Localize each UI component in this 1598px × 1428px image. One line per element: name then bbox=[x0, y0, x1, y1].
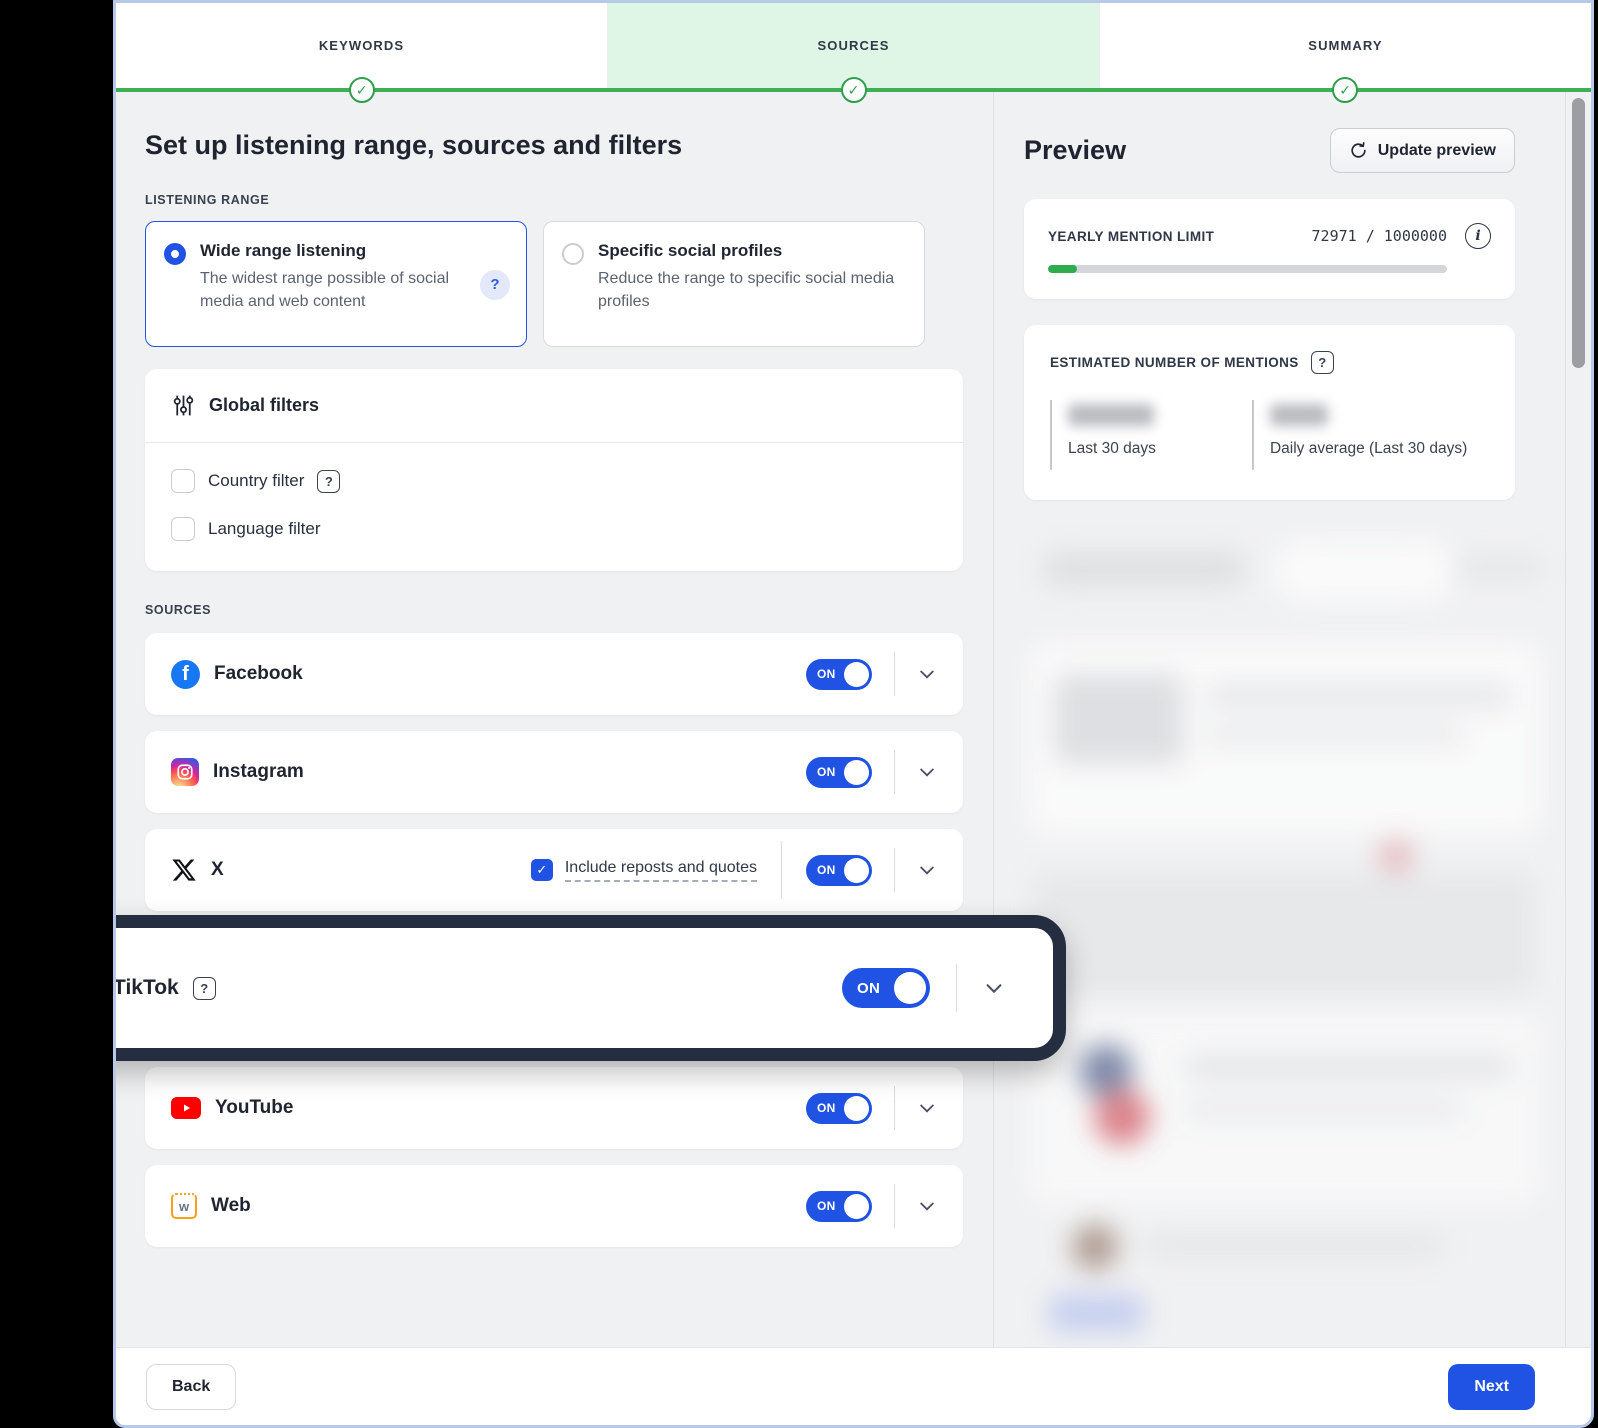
specific-profiles-title: Specific social profiles bbox=[598, 241, 908, 261]
x-icon bbox=[171, 857, 197, 883]
listening-range-section-label: LISTENING RANGE bbox=[145, 193, 963, 207]
instagram-expand-chevron-icon[interactable] bbox=[917, 762, 937, 782]
country-filter-label: Country filter bbox=[208, 471, 304, 491]
tab-summary-label: SUMMARY bbox=[1308, 38, 1382, 53]
tab-keywords[interactable]: KEYWORDS bbox=[116, 3, 608, 88]
web-icon: w bbox=[171, 1193, 197, 1219]
youtube-expand-chevron-icon[interactable] bbox=[917, 1098, 937, 1118]
blurred-value bbox=[1068, 404, 1154, 426]
source-name: TikTok bbox=[113, 976, 179, 1000]
source-row-web: w Web ON bbox=[145, 1165, 963, 1247]
source-row-youtube: YouTube ON bbox=[145, 1067, 963, 1149]
language-filter-row: Language filter bbox=[171, 517, 937, 541]
language-filter-label: Language filter bbox=[208, 519, 320, 539]
global-filters-card: Global filters Country filter ? Language… bbox=[145, 369, 963, 571]
estimated-mentions-help-icon[interactable]: ? bbox=[1311, 351, 1334, 374]
language-filter-checkbox[interactable] bbox=[171, 517, 195, 541]
wide-range-description: The widest range possible of social medi… bbox=[200, 267, 466, 313]
summary-complete-check-icon: ✓ bbox=[1332, 77, 1358, 103]
page-title: Set up listening range, sources and filt… bbox=[145, 130, 963, 161]
global-filters-body: Country filter ? Language filter bbox=[145, 443, 963, 571]
source-name: Instagram bbox=[213, 761, 304, 783]
wide-range-help-icon[interactable]: ? bbox=[480, 270, 510, 300]
include-reposts-label[interactable]: Include reposts and quotes bbox=[565, 859, 757, 882]
estimated-mentions-card: ESTIMATED NUMBER OF MENTIONS ? Last 30 d… bbox=[1024, 325, 1515, 500]
source-name: Web bbox=[211, 1195, 251, 1217]
tiktok-expand-chevron-icon[interactable] bbox=[983, 977, 1005, 999]
tiktok-highlight-annotation: TikTok ? ON bbox=[145, 915, 963, 1061]
specific-profiles-radio[interactable] bbox=[562, 243, 584, 265]
source-name: YouTube bbox=[215, 1097, 293, 1119]
mention-progress-fill bbox=[1048, 265, 1077, 273]
source-name: X bbox=[211, 859, 224, 881]
x-expand-chevron-icon[interactable] bbox=[917, 860, 937, 880]
refresh-icon bbox=[1349, 141, 1368, 160]
source-row-x: X ✓ Include reposts and quotes ON bbox=[145, 829, 963, 911]
specific-profiles-description: Reduce the range to specific social medi… bbox=[598, 267, 908, 313]
preview-pane: Preview Update preview YEARLY MENTION LI… bbox=[994, 92, 1565, 1347]
blurred-value bbox=[1270, 404, 1328, 426]
preview-mentions-blurred bbox=[1024, 534, 1515, 1334]
keywords-complete-check-icon: ✓ bbox=[349, 77, 375, 103]
instagram-icon bbox=[171, 758, 199, 786]
back-button[interactable]: Back bbox=[146, 1364, 236, 1410]
source-name: Facebook bbox=[214, 663, 303, 685]
facebook-expand-chevron-icon[interactable] bbox=[917, 664, 937, 684]
yearly-limit-info-icon[interactable]: i bbox=[1465, 223, 1491, 249]
listening-range-options: Wide range listening The widest range po… bbox=[145, 221, 963, 347]
wide-range-radio[interactable] bbox=[164, 243, 186, 265]
web-expand-chevron-icon[interactable] bbox=[917, 1196, 937, 1216]
source-row-tiktok: TikTok ? ON bbox=[113, 915, 1066, 1061]
facebook-icon: f bbox=[171, 660, 200, 689]
country-filter-checkbox[interactable] bbox=[171, 469, 195, 493]
sources-section-label: SOURCES bbox=[145, 603, 963, 617]
wide-range-option[interactable]: Wide range listening The widest range po… bbox=[145, 221, 527, 347]
sliders-icon bbox=[171, 393, 196, 418]
include-reposts-checkbox[interactable]: ✓ bbox=[531, 859, 553, 881]
preview-title: Preview bbox=[1024, 135, 1126, 166]
tiktok-toggle[interactable]: ON bbox=[842, 968, 930, 1008]
next-button[interactable]: Next bbox=[1448, 1364, 1535, 1410]
wide-range-title: Wide range listening bbox=[200, 241, 466, 261]
tiktok-help-icon[interactable]: ? bbox=[193, 977, 216, 1000]
yearly-mention-limit-card: YEARLY MENTION LIMIT 72971 / 1000000 i bbox=[1024, 199, 1515, 299]
youtube-toggle[interactable]: ON bbox=[806, 1093, 872, 1124]
youtube-icon bbox=[171, 1097, 201, 1119]
tab-sources[interactable]: SOURCES bbox=[608, 3, 1100, 88]
yearly-limit-progressbar bbox=[1048, 265, 1447, 273]
country-filter-help-icon[interactable]: ? bbox=[317, 470, 340, 493]
x-toggle[interactable]: ON bbox=[806, 855, 872, 886]
tab-keywords-label: KEYWORDS bbox=[319, 38, 404, 53]
source-row-instagram: Instagram ON bbox=[145, 731, 963, 813]
scrollbar-thumb[interactable] bbox=[1572, 98, 1585, 368]
tab-sources-label: SOURCES bbox=[818, 38, 890, 53]
instagram-toggle[interactable]: ON bbox=[806, 757, 872, 788]
country-filter-row: Country filter ? bbox=[171, 469, 937, 493]
web-toggle[interactable]: ON bbox=[806, 1191, 872, 1222]
app-window: KEYWORDS SOURCES SUMMARY ✓ ✓ ✓ Set up li… bbox=[113, 0, 1594, 1428]
stat-daily-average: Daily average (Last 30 days) bbox=[1252, 400, 1467, 470]
estimated-mentions-label: ESTIMATED NUMBER OF MENTIONS bbox=[1050, 355, 1299, 370]
setup-pane: Set up listening range, sources and filt… bbox=[116, 92, 994, 1347]
stat-last-30-days: Last 30 days bbox=[1050, 400, 1252, 470]
global-filters-header: Global filters bbox=[145, 369, 963, 443]
yearly-limit-label: YEARLY MENTION LIMIT bbox=[1048, 229, 1214, 244]
wizard-tabbar: KEYWORDS SOURCES SUMMARY bbox=[116, 3, 1591, 88]
facebook-toggle[interactable]: ON bbox=[806, 659, 872, 690]
yearly-limit-value: 72971 / 1000000 bbox=[1312, 227, 1447, 245]
sources-complete-check-icon: ✓ bbox=[841, 77, 867, 103]
update-preview-button[interactable]: Update preview bbox=[1330, 128, 1515, 173]
global-filters-title: Global filters bbox=[209, 395, 319, 416]
wizard-progress-line: ✓ ✓ ✓ bbox=[116, 88, 1591, 92]
scrollbar-track[interactable] bbox=[1565, 92, 1591, 1347]
tab-summary[interactable]: SUMMARY bbox=[1100, 3, 1591, 88]
wizard-footer: Back Next bbox=[116, 1347, 1591, 1425]
source-row-facebook: f Facebook ON bbox=[145, 633, 963, 715]
specific-profiles-option[interactable]: Specific social profiles Reduce the rang… bbox=[543, 221, 925, 347]
